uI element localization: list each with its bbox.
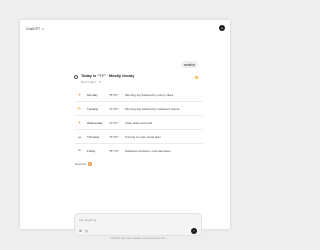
model-selector[interactable]: ChatGPT ▾ xyxy=(26,25,44,33)
forecast-row: ⛅ Tuesday 76°/67° Morning fog followed b… xyxy=(75,102,203,116)
partly-cloudy-icon: ⛅ xyxy=(77,106,82,111)
forecast-title: Today in "??" · Mostly cloudy xyxy=(81,74,135,78)
forecast-row: ☂ Friday 78°/70° Scattered showers, over… xyxy=(75,144,203,157)
arrow-up-icon: ↑ xyxy=(193,229,195,233)
composer: ⊕ ◎ ↑ xyxy=(74,213,202,236)
sun-icon: ☀ xyxy=(193,75,200,82)
forecast-day: Thursday xyxy=(87,134,100,139)
send-button[interactable]: ↑ xyxy=(191,228,197,234)
chevron-down-icon: ▾ xyxy=(42,27,44,31)
forecast-desc: Turning to more cloud later xyxy=(125,134,161,139)
user-avatar-icon[interactable]: ● xyxy=(219,25,225,31)
forecast-desc: Morning fog followed by sunny skies xyxy=(125,92,174,97)
paperclip-icon[interactable]: ⊕ xyxy=(79,229,82,233)
user-message-bubble: weather xyxy=(181,61,198,68)
forecast-temp: 76°/67° xyxy=(109,106,119,111)
forecast-temp: 78°/70° xyxy=(109,148,119,153)
top-bar: ChatGPT ▾ ● xyxy=(20,20,230,36)
rain-icon: ☂ xyxy=(77,148,82,153)
forecast-day: Friday xyxy=(87,148,96,153)
cloudy-icon: ☁ xyxy=(77,134,82,139)
source-badge: W xyxy=(88,162,93,166)
model-label: ChatGPT xyxy=(26,27,41,31)
forecast-desc: Scattered showers, overcast skies xyxy=(125,148,171,153)
forecast-row: ☀ Wednesday 76°/67° Clear skies and mild xyxy=(75,116,203,130)
forecast-list: ☀ Monday 78°/67° Morning fog followed by… xyxy=(75,88,203,157)
composer-tools: ⊕ ◎ xyxy=(79,229,88,233)
message-input[interactable] xyxy=(79,217,189,223)
forecast-temp: 76°/67° xyxy=(109,134,119,139)
forecast-row: ☁ Thursday 76°/67° Turning to more cloud… xyxy=(75,130,203,144)
assistant-icon xyxy=(74,75,78,79)
forecast-desc: Morning fog followed by scattered clouds xyxy=(125,106,180,111)
sunny-icon: ☀ xyxy=(77,92,82,97)
user-message-text: weather xyxy=(183,62,196,67)
forecast-day: Tuesday xyxy=(87,106,99,111)
forecast-row: ☀ Monday 78°/67° Morning fog followed by… xyxy=(75,88,203,102)
globe-icon[interactable]: ◎ xyxy=(85,229,88,233)
forecast-day: Monday xyxy=(87,92,98,97)
forecast-temp: 78°/67° xyxy=(109,92,119,97)
sources-button[interactable]: Sources W xyxy=(75,161,93,167)
forecast-desc: Clear skies and mild xyxy=(125,120,153,125)
chat-window: ChatGPT ▾ ● weather Today in "??" · Most… xyxy=(20,20,230,240)
forecast-temp: 76°/67° xyxy=(109,120,119,125)
forecast-day: Wednesday xyxy=(87,120,103,125)
forecast-subtitle: Next 5 days · °F xyxy=(81,80,102,84)
disclaimer: ChatGPT can make mistakes. Check importa… xyxy=(110,237,166,240)
sunny-icon: ☀ xyxy=(77,120,82,125)
sources-label: Sources xyxy=(75,162,87,166)
